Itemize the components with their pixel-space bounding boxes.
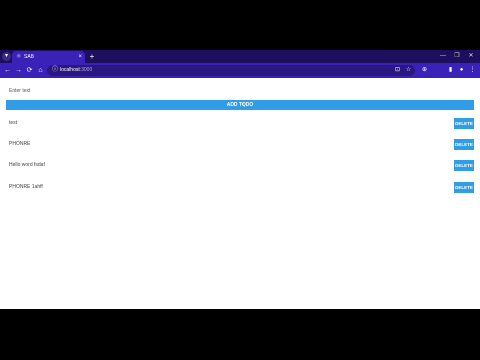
forward-icon[interactable]: →	[14, 66, 23, 75]
reload-icon[interactable]: ⟳	[25, 66, 34, 75]
react-favicon-icon: ⚛	[16, 54, 22, 60]
delete-button[interactable]: DELETE	[454, 160, 474, 171]
site-info-icon[interactable]: ⓘ	[52, 66, 58, 75]
todo-item-text: Hello word fsdaf	[9, 162, 45, 168]
tab-bar: ▾ ⚛ SAB × + — ❐ ✕	[0, 50, 480, 63]
delete-button[interactable]: DELETE	[454, 118, 474, 129]
add-todo-button[interactable]: ADD TODO	[6, 100, 474, 110]
menu-kebab-icon[interactable]: ⋮	[468, 66, 477, 75]
translate-icon[interactable]: ⊡	[393, 66, 402, 75]
address-bar[interactable]: ⓘ localhost:3000	[47, 65, 415, 76]
new-tab-button[interactable]: +	[88, 52, 96, 61]
url-text: localhost:3000	[60, 66, 92, 75]
extension-icon[interactable]: ⊕	[420, 66, 429, 75]
url-port: :3000	[79, 67, 93, 73]
todo-item-text: PHONRE	[9, 141, 31, 147]
delete-button[interactable]: DELETE	[454, 182, 474, 193]
minimize-icon[interactable]: —	[438, 52, 448, 61]
browser-toolbar: ← → ⟳ ⌂ ⓘ localhost:3000 ⊡ ☆ ⊕ ▮ ● ⋮	[0, 63, 480, 78]
letterbox-bottom	[0, 309, 480, 360]
tab-search-icon[interactable]: ▾	[2, 52, 11, 61]
todo-item-text: test	[9, 120, 18, 126]
tab-active[interactable]: ⚛ SAB ×	[12, 51, 85, 63]
side-panel-icon[interactable]: ▮	[446, 66, 455, 75]
restore-icon[interactable]: ❐	[452, 52, 462, 61]
tab-close-icon[interactable]: ×	[78, 53, 82, 61]
tab-title: SAB	[24, 54, 35, 60]
todo-item: PHONRE 1ahff DELETE	[0, 182, 480, 193]
page-content: Enter text ADD TODO ↖ test DELETE PHONRE…	[0, 78, 480, 309]
home-icon[interactable]: ⌂	[36, 66, 45, 75]
profile-avatar-icon[interactable]: ●	[457, 66, 466, 75]
bookmark-star-icon[interactable]: ☆	[404, 66, 413, 75]
back-icon[interactable]: ←	[3, 66, 12, 75]
mouse-cursor-icon: ↖	[241, 103, 247, 109]
todo-item: test DELETE	[0, 118, 480, 129]
browser-window: ▾ ⚛ SAB × + — ❐ ✕ ← → ⟳ ⌂ ⓘ localhost:30…	[0, 50, 480, 309]
todo-input-label[interactable]: Enter text	[9, 88, 30, 95]
delete-button[interactable]: DELETE	[454, 139, 474, 150]
window-close-icon[interactable]: ✕	[466, 52, 476, 61]
todo-item: PHONRE DELETE	[0, 139, 480, 150]
todo-item: Hello word fsdaf DELETE	[0, 160, 480, 171]
letterbox-top	[0, 0, 480, 50]
todo-item-text: PHONRE 1ahff	[9, 184, 43, 190]
url-host: localhost	[60, 67, 80, 73]
